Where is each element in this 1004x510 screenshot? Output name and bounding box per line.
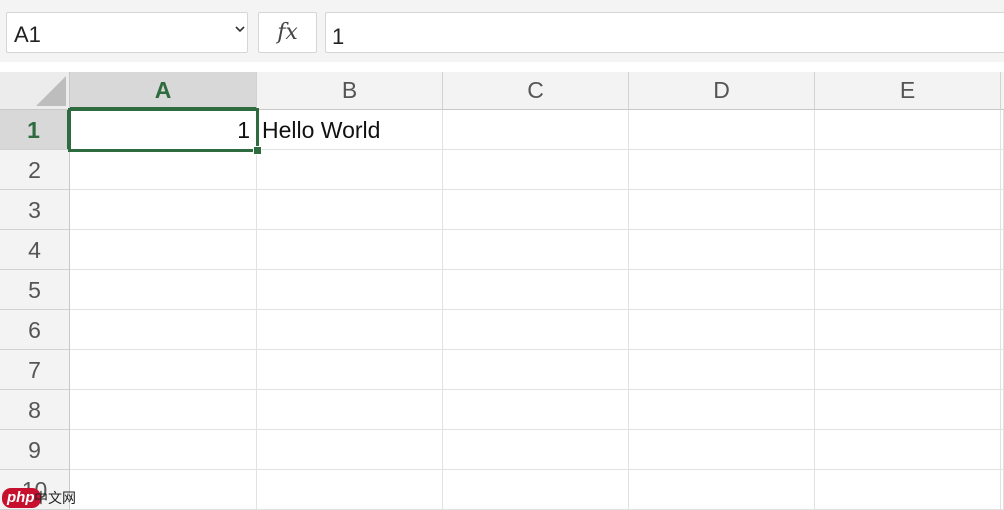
row-header-1[interactable]: 1 — [0, 110, 70, 150]
cell-a8[interactable] — [70, 390, 257, 430]
row-header-4[interactable]: 4 — [0, 230, 70, 270]
formula-input[interactable]: 1 — [325, 12, 1004, 53]
cell-b2[interactable] — [257, 150, 443, 190]
insert-function-button[interactable]: fx — [258, 12, 317, 53]
row-header-9[interactable]: 9 — [0, 430, 70, 470]
cell-c1[interactable] — [443, 110, 629, 150]
cell-d8[interactable] — [629, 390, 815, 430]
column-header-d[interactable]: D — [629, 72, 815, 110]
cell-a9[interactable] — [70, 430, 257, 470]
cell-d5[interactable] — [629, 270, 815, 310]
cell-e3[interactable] — [815, 190, 1001, 230]
cell-d2[interactable] — [629, 150, 815, 190]
cell-b1-value: Hello World — [262, 117, 381, 143]
cell-a1[interactable]: 1 — [70, 110, 257, 150]
cell-d1[interactable] — [629, 110, 815, 150]
cell-e7[interactable] — [815, 350, 1001, 390]
cell-e4[interactable] — [815, 230, 1001, 270]
cell-c3[interactable] — [443, 190, 629, 230]
cell-d3[interactable] — [629, 190, 815, 230]
cell-a1-value: 1 — [237, 117, 250, 143]
cell-a2[interactable] — [70, 150, 257, 190]
cell-e1[interactable] — [815, 110, 1001, 150]
cell-b8[interactable] — [257, 390, 443, 430]
cell-b10[interactable] — [257, 470, 443, 510]
cell-a6[interactable] — [70, 310, 257, 350]
cell-c10[interactable] — [443, 470, 629, 510]
cell-a4[interactable] — [70, 230, 257, 270]
row-header-7[interactable]: 7 — [0, 350, 70, 390]
cell-d10[interactable] — [629, 470, 815, 510]
spreadsheet-app: A1 fx 1 A B C D E 1 2 3 4 5 6 7 8 9 10 1… — [0, 0, 1004, 510]
chevron-down-icon[interactable] — [233, 22, 247, 36]
column-header-a[interactable]: A — [70, 72, 257, 110]
cell-b4[interactable] — [257, 230, 443, 270]
row-header-3[interactable]: 3 — [0, 190, 70, 230]
cell-d7[interactable] — [629, 350, 815, 390]
cell-b7[interactable] — [257, 350, 443, 390]
cell-b1[interactable]: Hello World — [257, 110, 443, 150]
formula-bar: A1 fx 1 — [0, 0, 1004, 62]
cell-e5[interactable] — [815, 270, 1001, 310]
row-header-5[interactable]: 5 — [0, 270, 70, 310]
cell-c6[interactable] — [443, 310, 629, 350]
cell-e2[interactable] — [815, 150, 1001, 190]
name-box-value: A1 — [14, 22, 41, 47]
row-header-10[interactable]: 10 — [0, 470, 70, 510]
select-all-triangle-icon — [36, 76, 66, 106]
column-header-b[interactable]: B — [257, 72, 443, 110]
cell-c7[interactable] — [443, 350, 629, 390]
cell-c5[interactable] — [443, 270, 629, 310]
formula-input-value: 1 — [332, 24, 345, 49]
cell-e9[interactable] — [815, 430, 1001, 470]
cell-b9[interactable] — [257, 430, 443, 470]
cell-b5[interactable] — [257, 270, 443, 310]
row-header-8[interactable]: 8 — [0, 390, 70, 430]
column-header-e[interactable]: E — [815, 72, 1001, 110]
cell-b3[interactable] — [257, 190, 443, 230]
cell-e10[interactable] — [815, 470, 1001, 510]
cell-a10[interactable] — [70, 470, 257, 510]
select-all-button[interactable] — [0, 72, 70, 110]
cell-c2[interactable] — [443, 150, 629, 190]
column-header-c[interactable]: C — [443, 72, 629, 110]
cell-c4[interactable] — [443, 230, 629, 270]
row-header-2[interactable]: 2 — [0, 150, 70, 190]
cell-e8[interactable] — [815, 390, 1001, 430]
cell-c9[interactable] — [443, 430, 629, 470]
cell-d9[interactable] — [629, 430, 815, 470]
row-header-6[interactable]: 6 — [0, 310, 70, 350]
cell-c8[interactable] — [443, 390, 629, 430]
cell-d4[interactable] — [629, 230, 815, 270]
cell-a5[interactable] — [70, 270, 257, 310]
cell-a3[interactable] — [70, 190, 257, 230]
cell-d6[interactable] — [629, 310, 815, 350]
cell-b6[interactable] — [257, 310, 443, 350]
cell-a7[interactable] — [70, 350, 257, 390]
fill-handle[interactable] — [253, 146, 262, 155]
name-box[interactable]: A1 — [6, 12, 248, 53]
cell-e6[interactable] — [815, 310, 1001, 350]
